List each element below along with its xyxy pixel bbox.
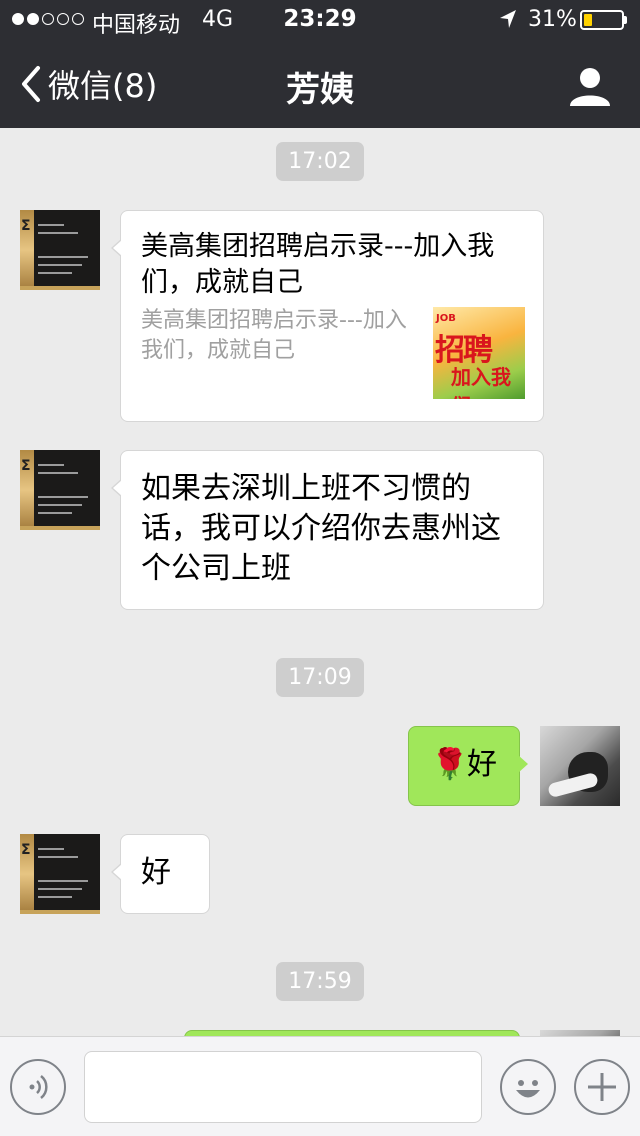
voice-button[interactable] xyxy=(10,1059,66,1115)
message-text: 如果去深圳上班不习惯的话，我可以介绍你去惠州这个公司上班 xyxy=(141,471,501,586)
message-input[interactable] xyxy=(84,1051,482,1123)
person-icon[interactable] xyxy=(568,66,612,106)
top-bar: 中国移动 4G 23:29 31% 微信(8) 芳姨 xyxy=(0,0,640,128)
text-message[interactable]: 好 xyxy=(111,834,210,914)
link-description: 美高集团招聘启示录---加入我们，成就自己 xyxy=(141,308,407,363)
smile-icon xyxy=(516,1080,540,1098)
timestamp: 17:09 xyxy=(0,658,640,697)
status-bar: 中国移动 4G 23:29 31% xyxy=(0,0,640,40)
self-avatar[interactable] xyxy=(540,726,620,806)
timestamp: 17:59 xyxy=(0,962,640,1001)
message-text: 好 xyxy=(141,855,171,890)
contact-avatar[interactable]: Σ xyxy=(20,450,100,530)
rose-icon: 🌹 xyxy=(431,747,469,782)
self-text-message[interactable]: 🌹 好 xyxy=(408,726,528,806)
battery-tip xyxy=(624,16,627,24)
message-text: 好 xyxy=(467,747,497,782)
emoji-button[interactable] xyxy=(500,1059,556,1115)
link-card-message[interactable]: 美高集团招聘启示录---加入我们，成就自己 美高集团招聘启示录---加入我们，成… xyxy=(111,210,544,422)
battery-icon xyxy=(580,10,624,30)
plus-icon xyxy=(588,1073,616,1101)
link-thumbnail: JOB 招聘 加入我们 xyxy=(433,307,525,399)
text-message[interactable]: 如果去深圳上班不习惯的话，我可以介绍你去惠州这个公司上班 xyxy=(111,450,544,610)
nav-bar: 微信(8) 芳姨 xyxy=(0,40,640,128)
chat-area[interactable]: 17:02 Σ 美高集团招聘启示录---加入我们，成就自己 美高集团招聘启示录-… xyxy=(0,128,640,1036)
page-title: 芳姨 xyxy=(286,70,354,110)
timestamp: 17:02 xyxy=(0,142,640,181)
contact-avatar[interactable]: Σ xyxy=(20,834,100,914)
contact-avatar[interactable]: Σ xyxy=(20,210,100,290)
link-title: 美高集团招聘启示录---加入我们，成就自己 xyxy=(141,231,495,298)
more-button[interactable] xyxy=(574,1059,630,1115)
voice-icon xyxy=(29,1075,48,1099)
location-arrow-icon xyxy=(500,10,516,28)
input-bar xyxy=(0,1036,640,1136)
battery-percent: 31% xyxy=(528,7,577,32)
